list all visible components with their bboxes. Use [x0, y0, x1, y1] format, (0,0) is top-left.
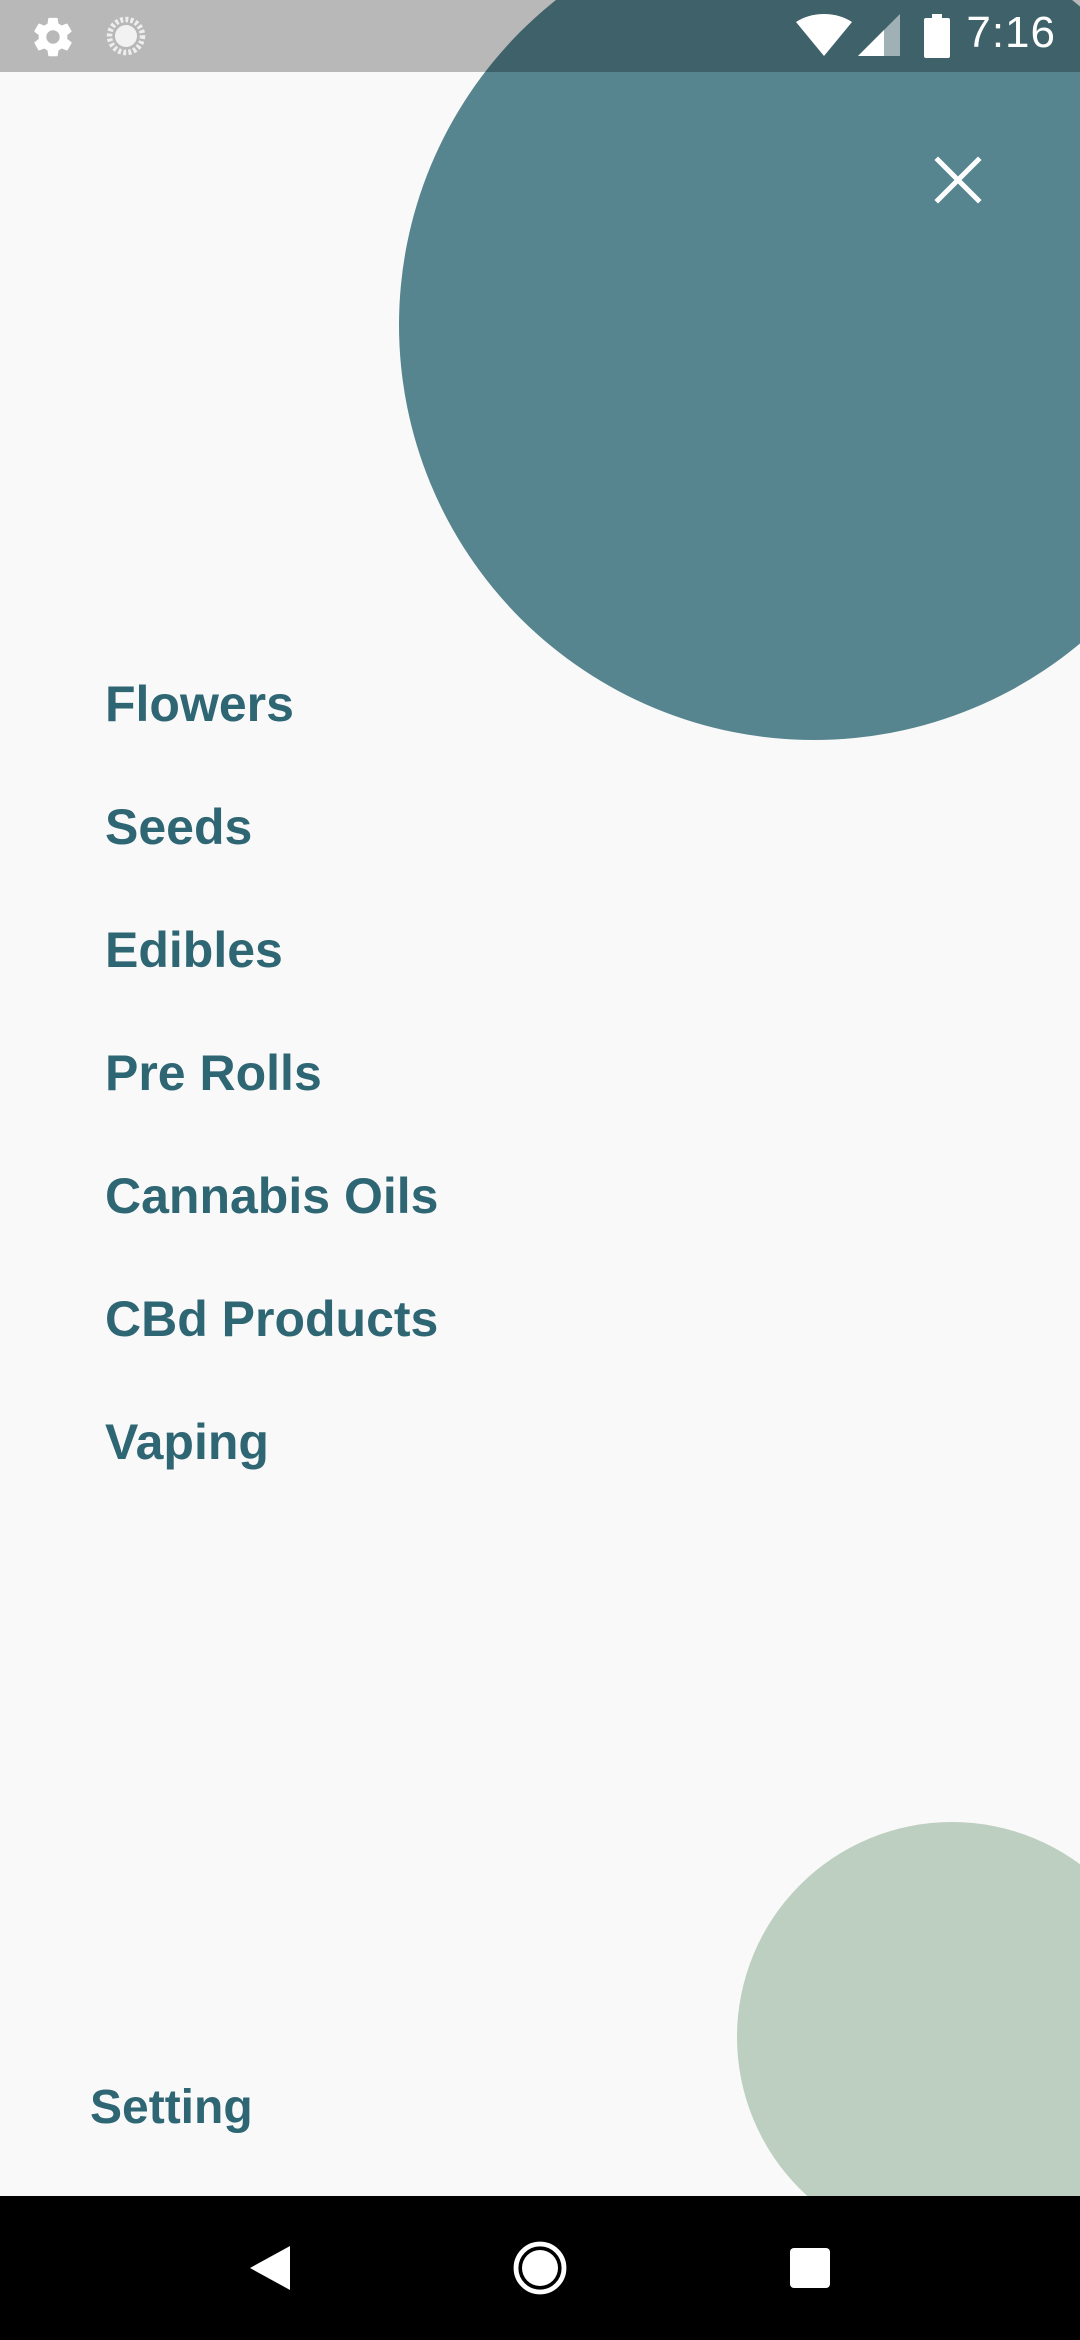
cell-signal-icon: [858, 14, 900, 61]
menu-item-vaping[interactable]: Vaping: [105, 1403, 438, 1526]
recents-button[interactable]: [750, 2196, 870, 2340]
status-time: 7:16: [966, 8, 1056, 57]
drawer-menu: Flowers Seeds Edibles Pre Rolls Cannabis…: [105, 665, 438, 1526]
close-drawer-button[interactable]: [918, 140, 998, 220]
setting-link[interactable]: Setting: [90, 2080, 253, 2135]
menu-item-flowers[interactable]: Flowers: [105, 665, 438, 788]
menu-item-edibles[interactable]: Edibles: [105, 911, 438, 1034]
recents-icon: [790, 2248, 830, 2288]
navigation-drawer-screen: 7:16 Flowers Seeds Edibles Pre Rolls Can…: [0, 0, 1080, 2340]
menu-item-seeds[interactable]: Seeds: [105, 788, 438, 911]
menu-item-pre-rolls[interactable]: Pre Rolls: [105, 1034, 438, 1157]
decorative-circle-bottom: [737, 1822, 1080, 2252]
close-icon: [934, 156, 982, 204]
home-button[interactable]: [480, 2196, 600, 2340]
menu-item-cannabis-oils[interactable]: Cannabis Oils: [105, 1157, 438, 1280]
system-navigation-bar: [0, 2196, 1080, 2340]
back-button[interactable]: [210, 2196, 330, 2340]
menu-item-cbd-products[interactable]: CBd Products: [105, 1280, 438, 1403]
battery-icon: [924, 14, 950, 63]
back-icon: [250, 2246, 290, 2290]
decorative-circle-top: [399, 0, 1080, 740]
status-bar: 7:16: [0, 0, 1080, 72]
loading-spinner-icon: [104, 14, 148, 63]
wifi-icon: [796, 14, 852, 63]
settings-gear-icon: [30, 14, 76, 65]
home-icon: [513, 2241, 567, 2295]
